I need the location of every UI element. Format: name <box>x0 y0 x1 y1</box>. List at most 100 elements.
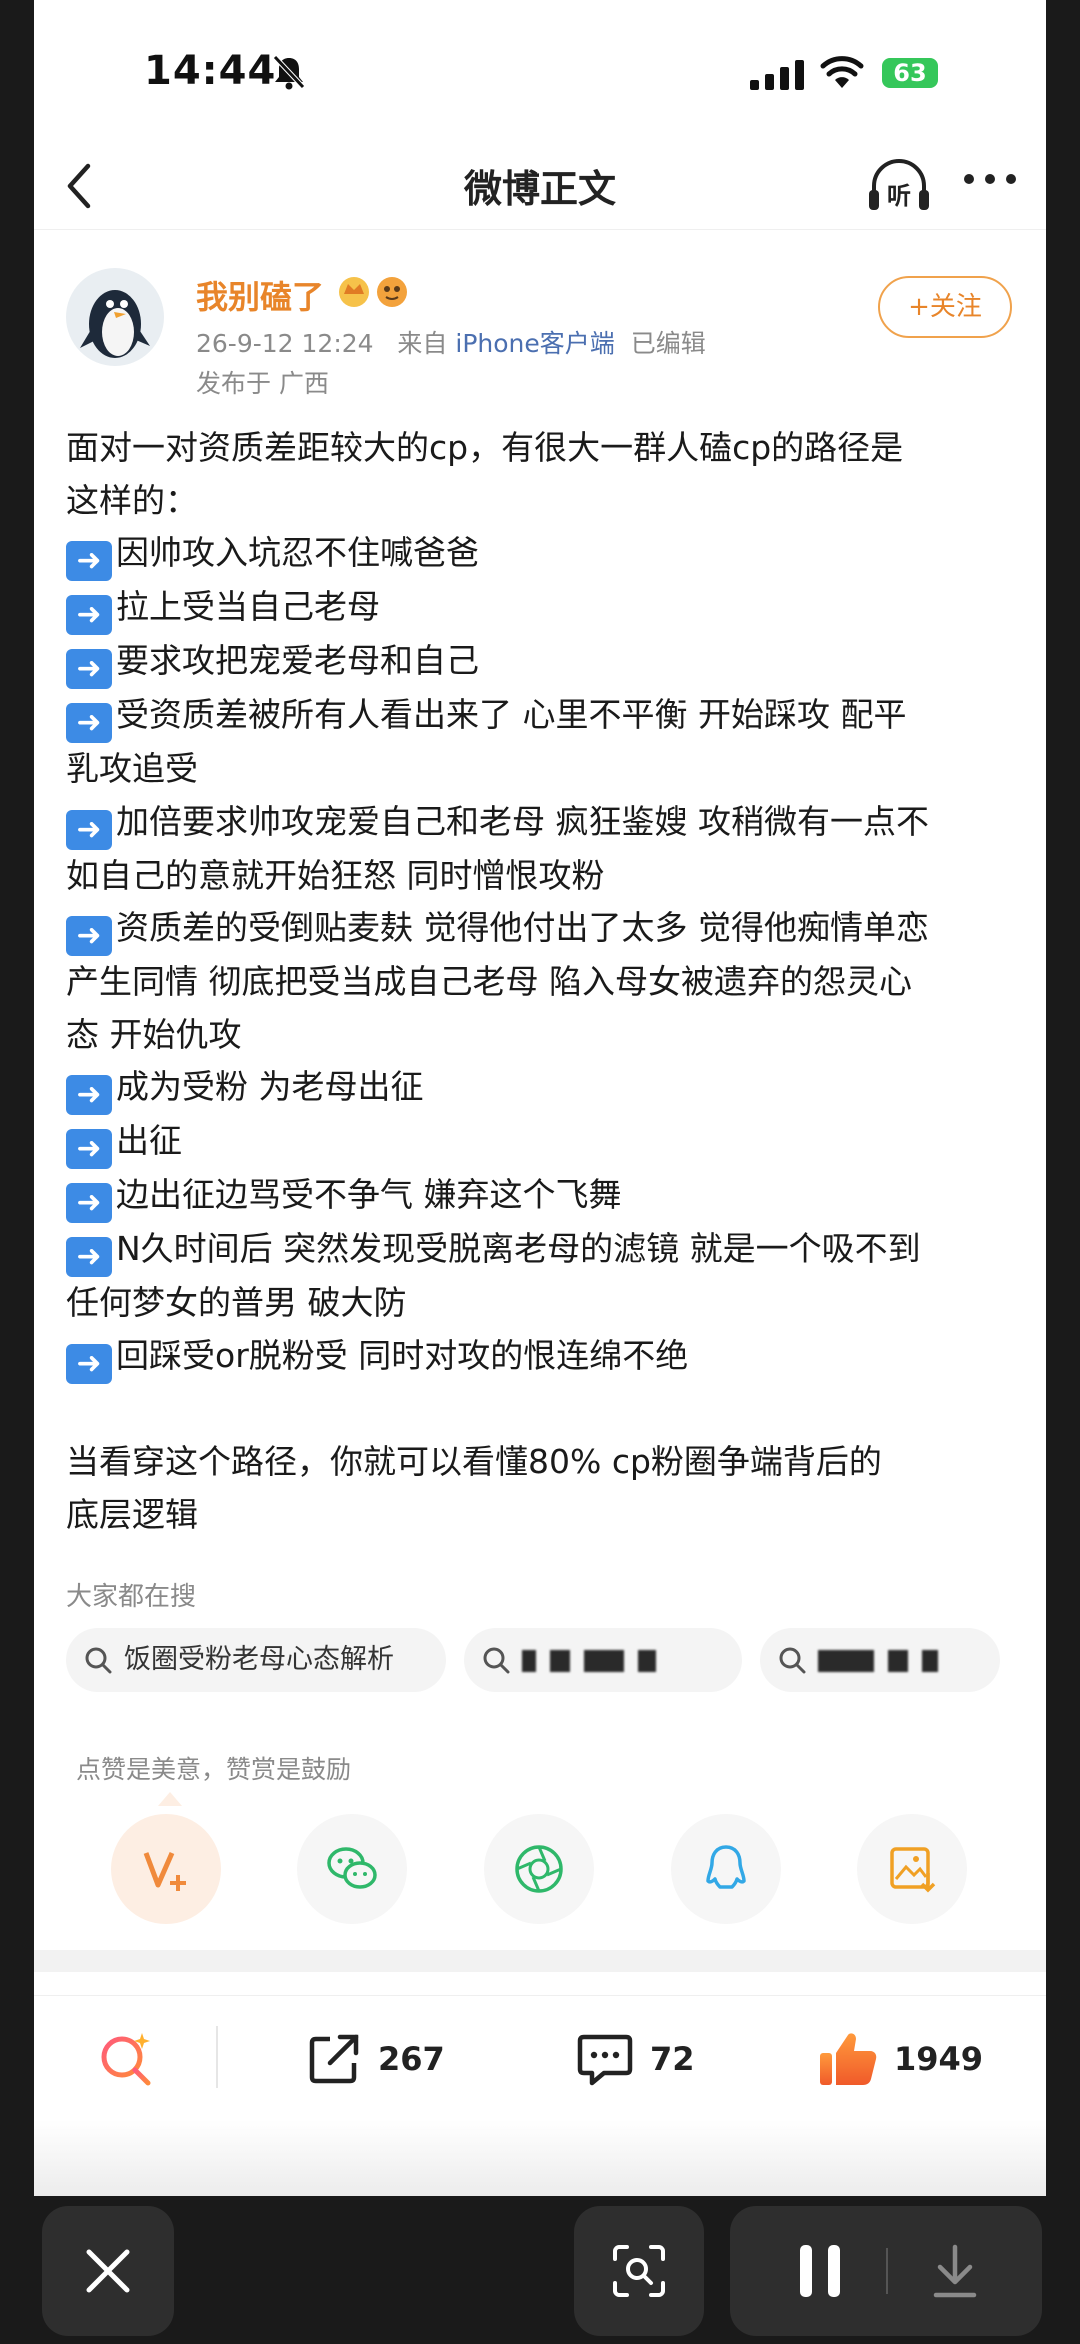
list-item: ➜ 要求攻把宠爱老母和自己 <box>66 635 1016 689</box>
list-item: ➜ 加倍要求帅攻宠爱自己和老母 疯狂鉴嫂 攻稍微有一点不 <box>66 796 1016 850</box>
repost-button[interactable]: 267 <box>304 1996 445 2121</box>
body-line: 当看穿这个路径，你就可以看懂80% cp粉圈争端背后的 <box>66 1442 882 1481</box>
right-arrow-icon: ➜ <box>66 595 112 635</box>
search-chip-redacted[interactable] <box>464 1628 742 1692</box>
post-date: 26-9-12 12:24 <box>196 329 374 358</box>
reward-hint: 点赞是美意，赞赏是鼓励 <box>76 1755 352 1784</box>
list-item: ➜ 成为受粉 为老母出征 <box>66 1061 1016 1115</box>
right-arrow-icon: ➜ <box>66 916 112 956</box>
more-options-icon[interactable] <box>962 172 1018 186</box>
status-time: 14:44 <box>144 48 277 94</box>
trending-search-title: 大家都在搜 <box>66 1582 197 1612</box>
wechat-icon <box>327 1847 377 1889</box>
mute-bell-icon <box>273 55 305 90</box>
hint-pointer <box>158 1792 182 1806</box>
list-item-text: 拉上受当自己老母 <box>116 587 380 626</box>
comment-icon <box>577 2034 633 2085</box>
search-icon <box>85 1647 112 1674</box>
save-image-button[interactable] <box>857 1814 967 1924</box>
list-item-text: 边出征边骂受不争气 嫌弃这个飞舞 <box>116 1175 622 1214</box>
ai-search-button[interactable] <box>96 1996 160 2121</box>
wifi-icon <box>820 56 864 88</box>
bottom-action-bar: 267 72 1949 <box>34 1995 1046 2120</box>
author-name[interactable]: 我别磕了 <box>196 272 324 318</box>
comment-button[interactable]: 72 <box>574 1996 695 2121</box>
ai-search-icon <box>101 2032 151 2085</box>
list-item-text: 回踩受or脱粉受 同时对攻的恨连绵不绝 <box>116 1335 689 1375</box>
nav-bar: 微博正文 听 <box>34 140 1046 230</box>
edited-label[interactable]: 已编辑 <box>631 329 706 358</box>
battery-indicator: 63 <box>882 58 938 88</box>
body-line: 任何梦女的普男 破大防 <box>66 1283 407 1322</box>
list-item-text: 受资质差被所有人看出来了 心里不平衡 开始踩攻 配平 <box>116 695 907 734</box>
list-item: ➜ 出征 <box>66 1115 1016 1169</box>
comment-count: 72 <box>650 2039 695 2078</box>
action-divider <box>216 2026 218 2088</box>
list-item-text: 加倍要求帅攻宠爱自己和老母 疯狂鉴嫂 攻稍微有一点不 <box>116 801 929 841</box>
body-line: 态 开始仇攻 <box>66 1014 242 1054</box>
like-button[interactable]: 1949 <box>816 1996 983 2121</box>
right-arrow-icon: ➜ <box>66 541 112 581</box>
right-arrow-icon: ➜ <box>66 703 112 743</box>
list-item-text: 因帅攻入坑忍不住喊爸爸 <box>116 533 479 572</box>
qq-icon <box>706 1845 746 1889</box>
body-line: 这样的： <box>66 480 198 520</box>
download-icon[interactable] <box>930 2243 980 2299</box>
search-icon <box>779 1647 806 1674</box>
post-body: 面对一对资质差距较大的cp，有很大一群人磕cp的路径是 这样的： ➜ 因帅攻入坑忍… <box>66 422 1016 1541</box>
search-chip-label: 饭圈受粉老母心态解析 <box>124 1644 394 1675</box>
recording-controls <box>730 2206 1042 2336</box>
share-wechat-button[interactable] <box>297 1814 407 1924</box>
author-avatar[interactable] <box>66 268 164 366</box>
share-moments-button[interactable] <box>484 1814 594 1924</box>
reward-button[interactable] <box>111 1814 221 1924</box>
save-image-icon <box>890 1847 936 1893</box>
source-prefix: 来自 <box>397 329 448 358</box>
follow-button[interactable]: +关注 <box>878 276 1012 338</box>
close-recording-button[interactable] <box>42 2206 174 2336</box>
list-item-text: N久时间后 突然发现受脱离老母的滤镜 就是一个吸不到 <box>116 1229 921 1268</box>
body-line: 底层逻辑 <box>66 1494 198 1534</box>
body-line: 乳攻追受 <box>66 749 198 788</box>
member-badge-icons <box>339 277 407 307</box>
list-item: ➜ 边出征边骂受不争气 嫌弃这个飞舞 <box>66 1169 1016 1223</box>
list-item: ➜ 资质差的受倒贴麦麸 觉得他付出了太多 觉得他痴情单恋 <box>66 902 1016 956</box>
share-row <box>34 1814 1046 1924</box>
pause-icon[interactable] <box>796 2243 844 2299</box>
search-chip[interactable]: 饭圈受粉老母心态解析 <box>66 1628 446 1692</box>
right-arrow-icon: ➜ <box>66 1129 112 1169</box>
phone-screen: 14:44 63 微博正文 听 我别磕了 26-9-12 12:24 来自 iP… <box>34 0 1046 2196</box>
search-chip-redacted[interactable] <box>760 1628 1000 1692</box>
moments-icon <box>515 1845 563 1893</box>
repost-count: 267 <box>378 2039 445 2078</box>
post-meta: 26-9-12 12:24 来自 iPhone客户端 已编辑 <box>196 324 706 360</box>
reward-icon <box>143 1851 186 1891</box>
list-item: ➜ 受资质差被所有人看出来了 心里不平衡 开始踩攻 配平 <box>66 689 1016 743</box>
penguin-avatar-icon <box>80 290 150 358</box>
headphones-listen-icon[interactable]: 听 <box>866 156 932 216</box>
body-line: 面对一对资质差距较大的cp，有很大一群人磕cp的路径是 <box>66 428 904 467</box>
right-arrow-icon: ➜ <box>66 809 112 850</box>
status-bar: 14:44 63 <box>34 0 1046 150</box>
list-item-text: 资质差的受倒贴麦麸 觉得他付出了太多 觉得他痴情单恋 <box>116 908 929 947</box>
screenshot-scan-button[interactable] <box>574 2206 704 2336</box>
list-item-text: 出征 <box>116 1121 182 1160</box>
right-arrow-icon: ➜ <box>66 1343 112 1384</box>
section-divider <box>34 1950 1046 1972</box>
right-arrow-icon: ➜ <box>66 1075 112 1115</box>
right-arrow-icon: ➜ <box>66 1183 112 1223</box>
right-arrow-icon: ➜ <box>66 649 112 689</box>
scan-search-icon <box>613 2245 665 2297</box>
listen-label: 听 <box>887 182 911 210</box>
post-source[interactable]: iPhone客户端 <box>455 329 614 358</box>
like-count: 1949 <box>894 2039 984 2078</box>
body-line: 如自己的意就开始狂怒 同时憎恨攻粉 <box>66 855 605 895</box>
search-icon <box>483 1647 510 1674</box>
controls-divider <box>886 2248 888 2294</box>
post-location: 发布于 广西 <box>196 369 329 398</box>
list-item: ➜ 拉上受当自己老母 <box>66 581 1016 635</box>
share-qq-button[interactable] <box>671 1814 781 1924</box>
bottom-fade <box>34 2120 1046 2196</box>
repost-icon <box>309 2034 359 2083</box>
